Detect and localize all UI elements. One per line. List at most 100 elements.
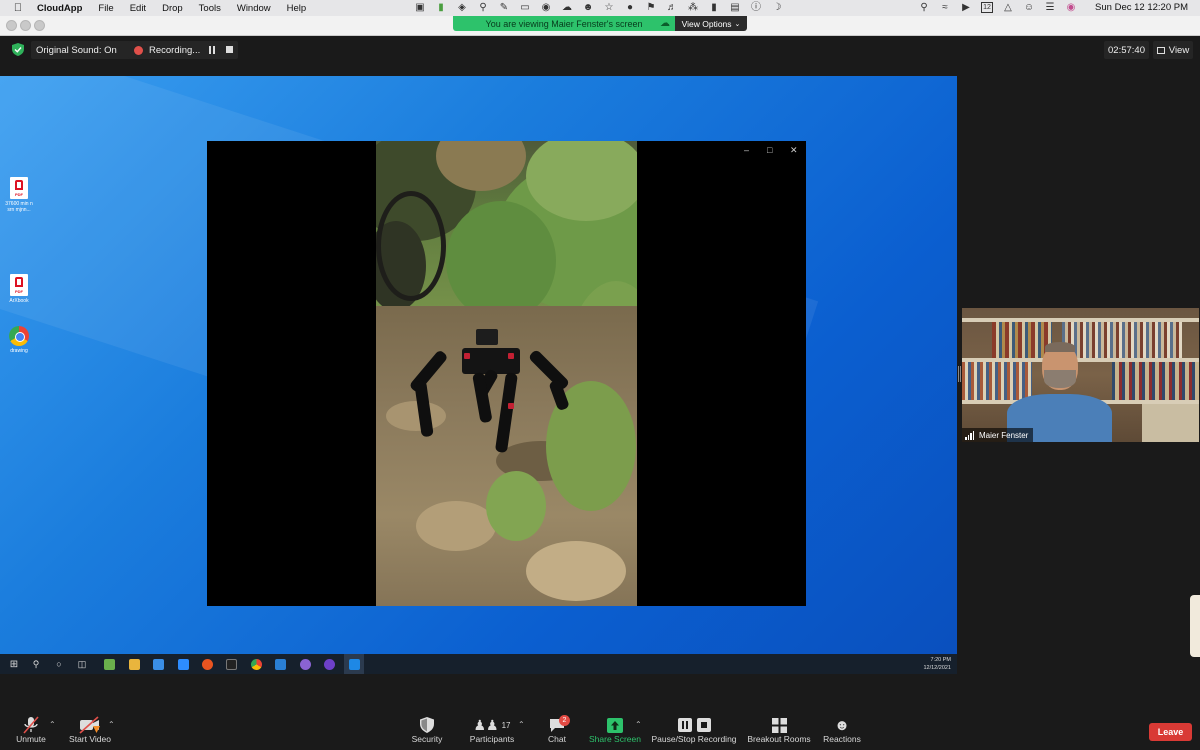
share-screen-icon: [607, 717, 623, 733]
participant-video-tile[interactable]: Maier Fenster: [962, 308, 1199, 442]
desktop-icon-label: 37600 min nsrn mjnn...: [5, 201, 33, 213]
terminal-icon[interactable]: [221, 654, 241, 674]
participants-caret-icon[interactable]: ⌃: [518, 720, 525, 729]
app-icon[interactable]: [295, 654, 315, 674]
display-icon[interactable]: ▤: [729, 2, 741, 13]
unmute-label: Unmute: [16, 734, 46, 744]
bluetooth-icon[interactable]: ⁂: [687, 2, 699, 13]
participant-name: Maier Fenster: [979, 430, 1029, 440]
info-icon[interactable]: ⓘ: [750, 2, 762, 13]
screen-icon[interactable]: ▭: [519, 2, 531, 13]
view-button[interactable]: View: [1153, 41, 1193, 59]
menu-tools[interactable]: Tools: [199, 3, 221, 14]
pdf-icon: [10, 177, 28, 199]
side-dock-widget[interactable]: [1190, 595, 1200, 657]
leave-button[interactable]: Leave: [1149, 723, 1192, 741]
close-icon[interactable]: ✕: [790, 145, 798, 156]
ubuntu-icon[interactable]: [197, 654, 217, 674]
start-video-button[interactable]: Start Video: [66, 716, 114, 748]
menu-edit[interactable]: Edit: [130, 3, 146, 14]
mac-icon[interactable]: ☻: [582, 2, 594, 13]
zoom-status-icon[interactable]: ▣: [414, 2, 426, 13]
maximize-icon[interactable]: □: [767, 145, 772, 155]
participants-label: Participants: [469, 734, 515, 744]
share-screen-caret-icon[interactable]: ⌃: [635, 720, 642, 729]
notes-icon[interactable]: ✎: [498, 2, 510, 13]
mail-icon[interactable]: [148, 654, 168, 674]
view-options-label: View Options: [681, 18, 732, 29]
stop-recording-icon[interactable]: [226, 46, 233, 53]
apple-icon[interactable]: : [12, 2, 24, 14]
menu-file[interactable]: File: [98, 3, 113, 14]
control-center-icon[interactable]: ☰: [1044, 2, 1056, 13]
minimize-icon[interactable]: –: [744, 145, 749, 155]
audio-options-caret-icon[interactable]: ⌃: [49, 720, 56, 729]
breakout-rooms-button[interactable]: Breakout Rooms: [746, 716, 812, 748]
vscode-icon[interactable]: [270, 654, 290, 674]
tree-icon[interactable]: ☆: [603, 2, 615, 13]
user-icon[interactable]: ☺: [1023, 2, 1035, 13]
participants-button[interactable]: ♟♟ 17 Participants: [468, 716, 516, 748]
desktop-icon-pdf-2[interactable]: ArXbook: [4, 274, 34, 304]
zoom-app-icon[interactable]: [173, 654, 193, 674]
siri-icon[interactable]: ◉: [1065, 2, 1077, 13]
taskbar-clock[interactable]: 7:20 PM 12/12/2021: [923, 656, 951, 672]
excel-icon[interactable]: [99, 654, 119, 674]
minimize-window-icon[interactable]: [20, 20, 31, 31]
breakout-rooms-label: Breakout Rooms: [747, 734, 811, 744]
close-window-icon[interactable]: [6, 20, 17, 31]
cloud-recording-icon: ☁: [660, 18, 670, 29]
security-button[interactable]: Security: [406, 716, 448, 748]
maximize-window-icon[interactable]: [34, 20, 45, 31]
pin-icon[interactable]: ⚲: [477, 2, 489, 13]
file-explorer-icon[interactable]: [124, 654, 144, 674]
security-shield-icon[interactable]: [12, 43, 24, 56]
windows-start-icon[interactable]: ⊞: [4, 654, 24, 674]
pause-stop-recording-button[interactable]: Pause/Stop Recording: [651, 716, 737, 748]
menu-drop[interactable]: Drop: [162, 3, 183, 14]
panel-resize-handle[interactable]: [958, 366, 961, 382]
share-screen-label: Share Screen: [589, 734, 641, 744]
menu-window[interactable]: Window: [237, 3, 271, 14]
menu-app-name[interactable]: CloudApp: [37, 3, 82, 14]
pause-recording-icon[interactable]: [208, 46, 216, 54]
dropbox-icon[interactable]: ◈: [456, 2, 468, 13]
chat-bubble-icon[interactable]: ◉: [540, 2, 552, 13]
chrome-taskbar-icon[interactable]: [246, 654, 266, 674]
cortana-icon[interactable]: ○: [49, 654, 69, 674]
original-sound-toggle[interactable]: Original Sound: On ▼: [31, 41, 140, 59]
desktop-icon-pdf-1[interactable]: 37600 min nsrn mjnn...: [4, 177, 34, 213]
menu-help[interactable]: Help: [287, 3, 307, 14]
reactions-label: Reactions: [823, 734, 861, 744]
moon-icon[interactable]: ☽: [771, 2, 783, 13]
airplay-icon[interactable]: △: [1002, 2, 1014, 13]
menu-status-icons: ▣ ▮ ◈ ⚲ ✎ ▭ ◉ ☁ ☻ ☆ ● ⚑ ♬ ⁂ ▮ ▤ ⓘ ☽: [414, 2, 783, 13]
battery-meter-icon[interactable]: ▮: [435, 2, 447, 13]
share-screen-button[interactable]: Share Screen: [588, 716, 642, 748]
flag-icon[interactable]: ⚑: [645, 2, 657, 13]
shared-screen: 37600 min nsrn mjnn... ArXbook drawing –…: [0, 76, 957, 674]
video-options-caret-icon[interactable]: ⌃: [108, 720, 115, 729]
view-options-button[interactable]: View Options ⌄: [675, 16, 747, 31]
participants-count: 17: [501, 720, 511, 730]
search-icon[interactable]: ⚲: [26, 654, 46, 674]
task-view-icon[interactable]: ◫: [72, 654, 92, 674]
wifi-icon[interactable]: ≈: [939, 2, 951, 13]
media-player-icon[interactable]: [344, 654, 364, 674]
reactions-button[interactable]: ☻ Reactions: [822, 716, 862, 748]
view-label: View: [1168, 44, 1190, 56]
search-icon[interactable]: ⚲: [918, 2, 930, 13]
microphone-icon[interactable]: ●: [624, 2, 636, 13]
menu-clock[interactable]: Sun Dec 12 12:20 PM: [1095, 2, 1188, 13]
desktop-icon-drawing[interactable]: drawing: [4, 326, 34, 354]
volume-icon[interactable]: ♬: [666, 2, 678, 13]
pdf-icon: [10, 274, 28, 296]
video-player-window[interactable]: – □ ✕: [207, 141, 806, 606]
windows-taskbar: ⊞ ⚲ ○ ◫ 7:20 PM 12/12/2021: [0, 654, 957, 674]
calendar-icon[interactable]: 12: [981, 2, 993, 13]
cloud-icon[interactable]: ☁: [561, 2, 573, 13]
unmute-button[interactable]: Unmute: [12, 716, 50, 748]
play-icon[interactable]: ▶: [960, 2, 972, 13]
github-icon[interactable]: [319, 654, 339, 674]
battery-icon[interactable]: ▮: [708, 2, 720, 13]
